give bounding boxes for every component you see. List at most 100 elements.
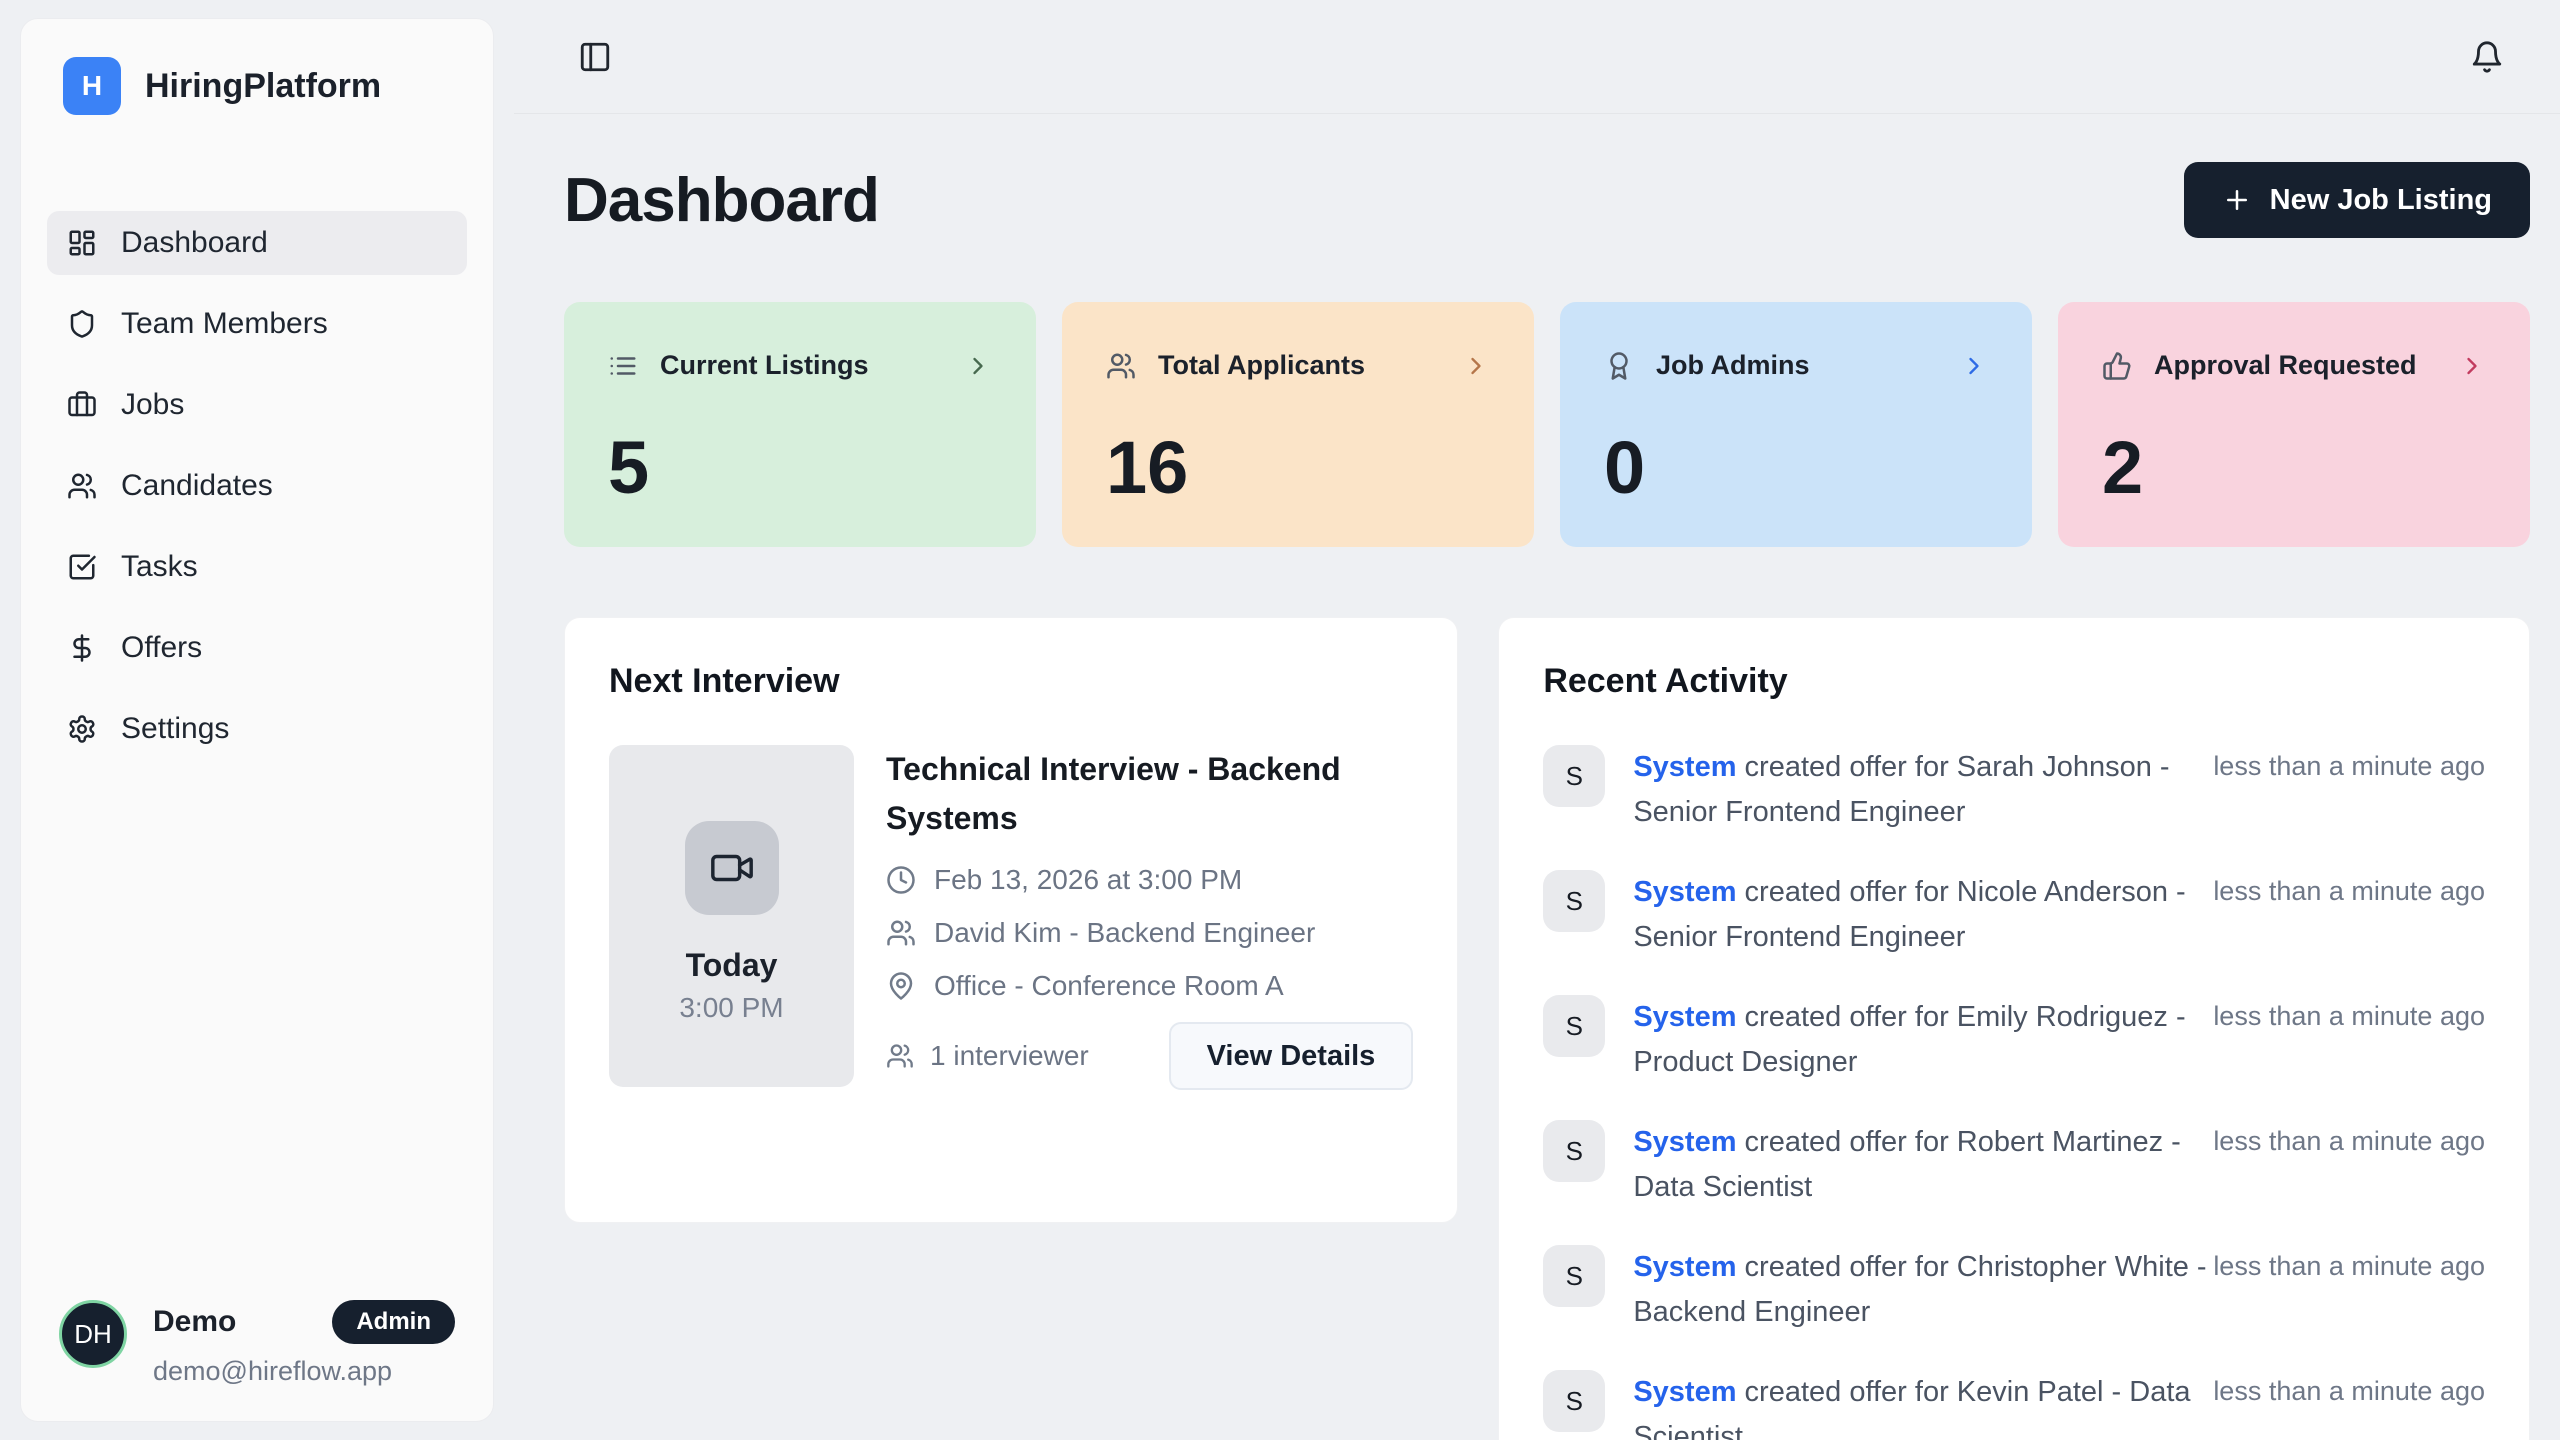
stat-label: Current Listings [660,350,869,381]
users-icon [886,918,916,948]
activity-avatar: S [1543,1245,1605,1307]
interview-location: Office - Conference Room A [934,970,1284,1002]
briefcase-icon [67,390,97,420]
activity-avatar: S [1543,1120,1605,1182]
activity-timestamp: less than a minute ago [2213,1120,2485,1157]
activity-timestamp: less than a minute ago [2213,1245,2485,1282]
stat-card-current-listings[interactable]: Current Listings 5 [564,302,1036,547]
brand-logo: H [63,57,121,115]
thumbs-up-icon [2102,351,2132,381]
sidebar: H HiringPlatform Dashboard Team Members … [20,18,494,1422]
stat-label: Job Admins [1656,350,1810,381]
activity-actor[interactable]: System [1633,1001,1736,1033]
interview-datetime: Feb 13, 2026 at 3:00 PM [934,864,1242,896]
stats-row: Current Listings 5 Total Applicants 16 J… [564,302,2530,547]
avatar: DH [59,1300,127,1368]
chevron-right-icon [2458,352,2486,380]
next-interview-heading: Next Interview [609,662,1413,701]
dashboard-icon [67,228,97,258]
brand-name: HiringPlatform [145,67,381,106]
next-interview-card: Next Interview Today 3:00 PM Technical I… [564,617,1458,1223]
sidebar-item-dashboard[interactable]: Dashboard [47,211,467,275]
map-pin-icon [886,971,916,1001]
interview-day: Today [686,947,778,984]
activity-item: S System created offer for Sarah Johnson… [1543,745,2485,835]
activity-text: System created offer for Emily Rodriguez… [1633,995,2213,1085]
interview-person-row: David Kim - Backend Engineer [886,917,1413,949]
activity-text: System created offer for Christopher Whi… [1633,1245,2213,1335]
activity-item: S System created offer for Emily Rodrigu… [1543,995,2485,1085]
new-job-listing-button[interactable]: New Job Listing [2184,162,2530,238]
sidebar-item-label: Team Members [121,307,328,341]
activity-text: System created offer for Robert Martinez… [1633,1120,2213,1210]
users-icon [886,1042,914,1070]
plus-icon [2222,185,2252,215]
activity-list: S System created offer for Sarah Johnson… [1543,745,2485,1440]
video-camera-icon [709,845,755,891]
sidebar-item-label: Tasks [121,550,198,584]
sidebar-item-candidates[interactable]: Candidates [47,454,467,518]
view-details-button[interactable]: View Details [1169,1022,1414,1090]
stat-card-approval-requested[interactable]: Approval Requested 2 [2058,302,2530,547]
chevron-right-icon [964,352,992,380]
activity-timestamp: less than a minute ago [2213,995,2485,1032]
users-icon [1106,351,1136,381]
stat-label: Approval Requested [2154,350,2417,381]
activity-avatar: S [1543,995,1605,1057]
chevron-right-icon [1462,352,1490,380]
interviewer-count: 1 interviewer [886,1040,1089,1072]
shield-icon [67,309,97,339]
list-icon [608,351,638,381]
sidebar-item-offers[interactable]: Offers [47,616,467,680]
interview-time: 3:00 PM [679,992,783,1024]
stat-value: 0 [1604,425,1988,510]
users-icon [67,471,97,501]
dollar-icon [67,633,97,663]
brand: H HiringPlatform [47,57,467,115]
topbar [514,0,2560,114]
stat-value: 5 [608,425,992,510]
video-icon-box [685,821,779,915]
stat-value: 16 [1106,425,1490,510]
award-icon [1604,351,1634,381]
user-email: demo@hireflow.app [153,1356,455,1387]
sidebar-toggle-icon[interactable] [578,40,612,74]
stat-card-job-admins[interactable]: Job Admins 0 [1560,302,2032,547]
activity-text: System created offer for Kevin Patel - D… [1633,1370,2213,1440]
bell-icon[interactable] [2470,40,2504,74]
page-title: Dashboard [564,165,879,236]
interview-title: Technical Interview - Backend Systems [886,745,1413,843]
activity-actor[interactable]: System [1633,751,1736,783]
sidebar-item-settings[interactable]: Settings [47,697,467,761]
interview-location-row: Office - Conference Room A [886,970,1413,1002]
sidebar-item-label: Offers [121,631,202,665]
square-check-icon [67,552,97,582]
clock-icon [886,865,916,895]
stat-label: Total Applicants [1158,350,1365,381]
activity-actor[interactable]: System [1633,1376,1736,1408]
interview-person: David Kim - Backend Engineer [934,917,1315,949]
activity-item: S System created offer for Robert Martin… [1543,1120,2485,1210]
main-area: Dashboard New Job Listing Current Listin… [514,0,2560,1440]
activity-actor[interactable]: System [1633,876,1736,908]
activity-actor[interactable]: System [1633,1126,1736,1158]
sidebar-item-label: Dashboard [121,226,268,260]
stat-value: 2 [2102,425,2486,510]
sidebar-nav: Dashboard Team Members Jobs Candidates T… [47,211,467,778]
sidebar-item-label: Candidates [121,469,273,503]
sidebar-item-jobs[interactable]: Jobs [47,373,467,437]
stat-card-total-applicants[interactable]: Total Applicants 16 [1062,302,1534,547]
role-badge: Admin [332,1300,455,1344]
recent-activity-heading: Recent Activity [1543,662,2485,701]
activity-item: S System created offer for Nicole Anders… [1543,870,2485,960]
user-profile[interactable]: DH Demo Admin demo@hireflow.app [47,1290,467,1393]
activity-item: S System created offer for Kevin Patel -… [1543,1370,2485,1440]
sidebar-item-tasks[interactable]: Tasks [47,535,467,599]
gear-icon [67,714,97,744]
user-name: Demo [153,1305,236,1339]
activity-avatar: S [1543,745,1605,807]
activity-actor[interactable]: System [1633,1251,1736,1283]
activity-text: System created offer for Nicole Anderson… [1633,870,2213,960]
sidebar-item-label: Jobs [121,388,184,422]
sidebar-item-team-members[interactable]: Team Members [47,292,467,356]
